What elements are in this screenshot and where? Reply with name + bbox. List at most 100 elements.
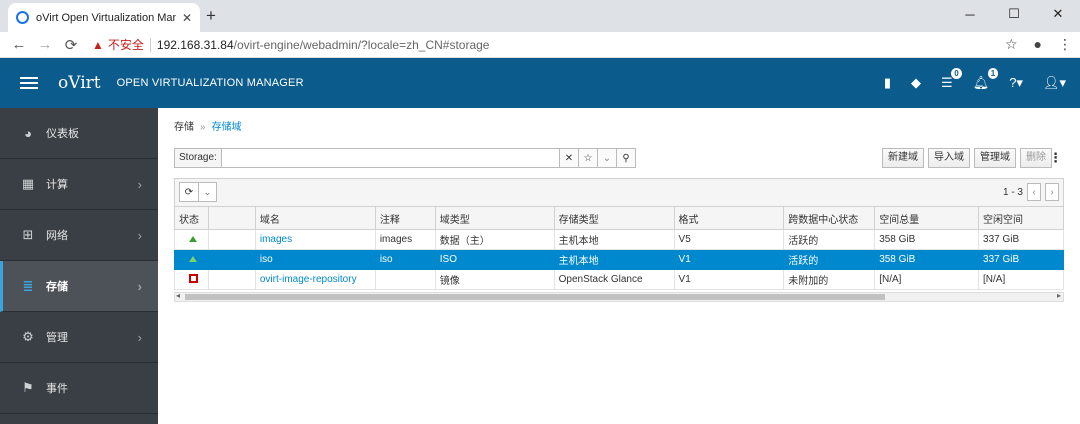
hamburger-menu-icon[interactable] [20, 74, 38, 92]
format-cell: V5 [673, 229, 785, 250]
forward-icon[interactable]: → [32, 36, 58, 53]
col-dc-status[interactable]: 跨数据中心状态 [783, 206, 876, 230]
table-row[interactable]: images images 数据（主） 主机本地 V5 活跃的 358 GiB … [174, 229, 1064, 250]
sidebar-item-label: 网络 [46, 230, 68, 242]
sidebar-item-dashboard[interactable]: ◕ 仪表板 [0, 108, 158, 159]
tag-icon[interactable]: ◆ [911, 75, 921, 91]
database-icon: ≣ [22, 278, 34, 293]
next-page-button[interactable]: › [1045, 183, 1059, 201]
profile-icon[interactable]: ● [1034, 36, 1042, 53]
window-controls: ─ ☐ ✕ [948, 0, 1080, 28]
dc-status-cell: 活跃的 [783, 229, 876, 250]
domain-name-link[interactable]: iso [254, 249, 376, 270]
bookmark-star-icon[interactable]: ☆ [578, 149, 597, 167]
back-icon[interactable]: ← [6, 36, 32, 53]
bookmark-icon[interactable]: ▮ [884, 75, 891, 91]
domain-type-cell: ISO [434, 249, 555, 270]
domain-type-cell: 镜像 [434, 269, 555, 290]
search-label: Storage: [175, 149, 222, 167]
chevron-right-icon: › [137, 227, 142, 243]
horizontal-scrollbar[interactable]: ◂ ▸ [174, 291, 1064, 302]
app-header: oVirt OPEN VIRTUALIZATION MANAGER ▮ ◆ ☰ 0… [0, 58, 1080, 108]
import-domain-button[interactable]: 导入域 [928, 148, 970, 168]
col-name[interactable]: 域名 [254, 206, 376, 230]
insecure-label[interactable]: 不安全 [108, 36, 144, 53]
url-field[interactable]: 192.168.31.84/ovirt-engine/webadmin/?loc… [157, 38, 490, 52]
col-status[interactable]: 状态 [174, 206, 209, 230]
new-tab-button[interactable]: + [206, 6, 216, 26]
sidebar-item-label: 计算 [46, 179, 68, 191]
scroll-right-icon[interactable]: ▸ [1057, 291, 1061, 300]
sidebar-item-events[interactable]: ⚑ 事件 [0, 363, 158, 414]
comment-cell: iso [374, 249, 436, 270]
sidebar: ◕ 仪表板 ▦ 计算 › ⊞ 网络 › ≣ 存储 › ⚙ 管理 › ⚑ 事件 [0, 108, 158, 424]
compute-icon: ▦ [21, 176, 35, 191]
scrollbar-thumb[interactable] [185, 294, 885, 300]
alerts-bell-icon[interactable]: 🔔︎ 1 [973, 68, 999, 91]
breadcrumb-root[interactable]: 存储 [174, 122, 194, 133]
search-icon[interactable]: ⚲ [616, 149, 635, 167]
kebab-menu-icon[interactable]: ⋮ [1049, 148, 1062, 168]
sidebar-item-admin[interactable]: ⚙ 管理 › [0, 312, 158, 363]
storage-type-cell: 主机本地 [553, 229, 675, 250]
new-domain-button[interactable]: 新建域 [882, 148, 924, 168]
clear-search-icon[interactable]: ✕ [559, 149, 578, 167]
table-toolbar: ⟳ ⌄ 1 - 3 ‹ › [174, 178, 1064, 206]
col-storage-type[interactable]: 存储类型 [553, 206, 675, 230]
help-icon[interactable]: ?▾ [1009, 75, 1023, 91]
minimize-button[interactable]: ─ [948, 0, 992, 28]
browser-menu-icon[interactable]: ⋮ [1058, 36, 1072, 53]
col-total-space[interactable]: 空间总量 [874, 206, 980, 230]
chevron-right-icon: › [137, 329, 142, 345]
free-space-cell: 337 GiB [978, 229, 1064, 250]
storage-domains-table: 状态 域名 注释 域类型 存储类型 格式 跨数据中心状态 空间总量 空闲空间 i… [174, 206, 1064, 290]
domain-name-link[interactable]: ovirt-image-repository [254, 269, 376, 290]
reload-icon[interactable]: ⟳ [58, 36, 84, 54]
status-cell [174, 229, 209, 250]
bookmark-star-icon[interactable]: ☆ [1005, 36, 1018, 53]
total-space-cell: 358 GiB [874, 229, 980, 250]
prev-page-button[interactable]: ‹ [1027, 183, 1041, 201]
maximize-button[interactable]: ☐ [992, 0, 1036, 28]
total-space-cell: 358 GiB [874, 249, 980, 270]
delete-button[interactable]: 删除 [1020, 148, 1052, 168]
sidebar-item-label: 事件 [46, 383, 68, 395]
alerts-badge: 1 [987, 68, 999, 79]
tasks-icon[interactable]: ☰ 0 [941, 68, 962, 91]
browser-tab[interactable]: oVirt Open Virtualization Man ✕ [8, 3, 200, 32]
pagination: 1 - 3 ‹ › [1003, 183, 1059, 201]
format-cell: V1 [673, 249, 785, 270]
sidebar-item-storage[interactable]: ≣ 存储 › [0, 261, 158, 312]
close-window-button[interactable]: ✕ [1036, 0, 1080, 28]
manage-domain-button[interactable]: 管理域 [974, 148, 1016, 168]
comment-cell [374, 269, 436, 290]
tab-close-icon[interactable]: ✕ [182, 11, 192, 25]
refresh-icon[interactable]: ⟳ [180, 183, 198, 201]
scroll-left-icon[interactable]: ◂ [176, 291, 180, 300]
search-input[interactable] [221, 149, 559, 167]
domain-name-link[interactable]: images [254, 229, 376, 250]
col-format[interactable]: 格式 [673, 206, 785, 230]
chevron-down-icon[interactable]: ⌄ [198, 183, 216, 201]
sidebar-item-network[interactable]: ⊞ 网络 › [0, 210, 158, 261]
col-comment[interactable]: 注释 [374, 206, 436, 230]
status-unattached-icon [189, 273, 198, 283]
app-logo[interactable]: oVirt [58, 73, 101, 93]
warning-icon[interactable]: ▲ [92, 38, 104, 52]
flag-icon: ⚑ [22, 380, 34, 395]
status-up-icon [189, 256, 197, 262]
sidebar-item-compute[interactable]: ▦ 计算 › [0, 159, 158, 210]
table-row[interactable]: iso iso ISO 主机本地 V1 活跃的 358 GiB 337 GiB [174, 249, 1064, 270]
user-icon[interactable]: 👤︎▾ [1043, 75, 1066, 91]
url-host: 192.168.31.84 [156, 37, 234, 52]
storage-type-cell: OpenStack Glance [553, 269, 675, 290]
table-row[interactable]: ovirt-image-repository 镜像 OpenStack Glan… [174, 269, 1064, 290]
chevron-down-icon[interactable]: ⌄ [597, 149, 616, 167]
total-space-cell: [N/A] [874, 269, 980, 290]
page-range: 1 - 3 [1002, 186, 1023, 198]
network-icon: ⊞ [22, 227, 34, 242]
col-domain-type[interactable]: 域类型 [434, 206, 555, 230]
col-free-space[interactable]: 空闲空间 [978, 206, 1064, 230]
url-path: /ovirt-engine/webadmin/?locale=zh_CN#sto… [233, 37, 490, 52]
tab-title: oVirt Open Virtualization Man [36, 11, 176, 24]
